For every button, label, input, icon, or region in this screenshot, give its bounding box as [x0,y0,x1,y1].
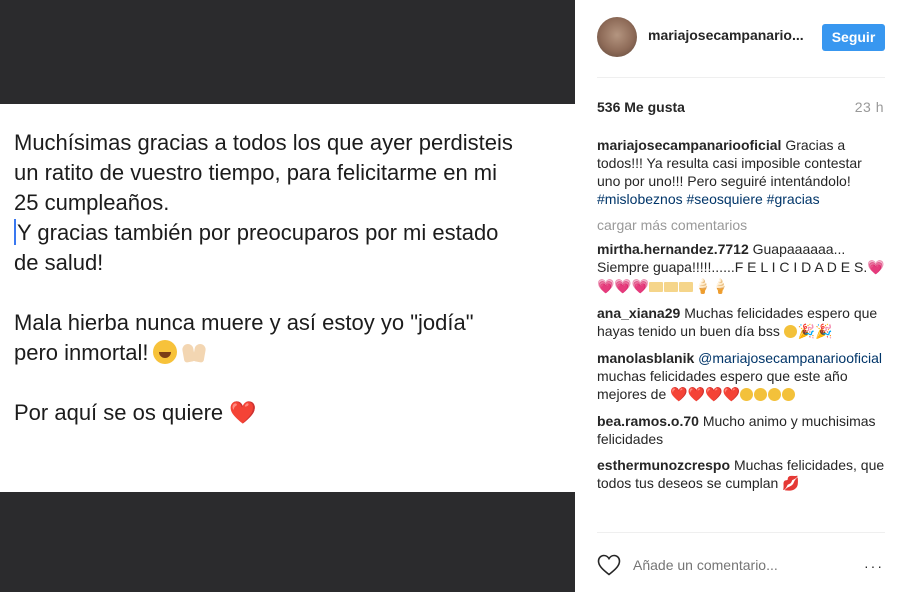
load-more-comments-link[interactable]: cargar más comentarios [597,216,887,234]
comment: ana_xiana29 Muchas felicidades espero qu… [597,304,887,341]
red-heart-emoji-icon: ❤️ [229,401,257,426]
post-text-line-content: Y gracias también por preocuparos por mi… [17,220,499,245]
post-image: Muchísimas gracias a todos los que ayer … [0,104,575,492]
likes-count[interactable]: 536 Me gusta [597,99,685,115]
red-hearts-emoji-icon: ❤️❤️❤️❤️ [670,387,740,403]
raised-hands-emoji-icon [181,340,207,364]
post-text-line: Por aquí se os quiere ❤️ [14,398,564,429]
divider [597,77,885,78]
follow-button[interactable]: Seguir [822,24,885,51]
post-text-line: Muchísimas gracias a todos los que ayer … [14,130,513,155]
post-header: mariajosecampanario... Seguir [575,0,906,77]
post-text-line-content: Por aquí se os quiere [14,400,224,425]
comment-username[interactable]: manolasblanik [597,350,694,366]
comments-list: mariajosecampanariooficial Gracias a tod… [597,136,887,493]
smile-emoji-icon [783,325,797,338]
cake-emoji-icon [664,282,679,292]
post-time[interactable]: 23 h [855,99,884,115]
kiss-emoji-icon [767,388,781,401]
comment-footer: ··· [575,533,906,592]
hashtag-link[interactable]: #seosquiere [687,191,763,207]
comment-username[interactable]: mirtha.hernandez.7712 [597,241,749,257]
comment: manolasblanik @mariajosecampanariooficia… [597,349,887,404]
hashtag-link[interactable]: #gracias [767,191,820,207]
post-text-line: un ratito de vuestro tiempo, para felici… [14,160,498,185]
comment-username[interactable]: ana_xiana29 [597,305,680,321]
post-text-line: Y gracias también por preocuparos por mi… [14,218,564,248]
laughing-emoji-icon [152,340,177,364]
ice-cream-emoji-icon: 🍦🍦 [694,279,730,295]
kiss-mark-emoji-icon: 💋 [782,476,800,492]
post-media: Muchísimas gracias a todos los que ayer … [0,0,575,592]
more-options-icon[interactable]: ··· [864,558,884,574]
post-text-line: pero inmortal! [14,338,564,368]
post-image-text: Muchísimas gracias a todos los que ayer … [14,128,564,429]
caption: mariajosecampanariooficial Gracias a tod… [597,136,887,208]
header-username[interactable]: mariajosecampanario... [648,27,808,43]
post-sidebar: mariajosecampanario... Seguir 536 Me gus… [575,0,906,592]
cake-emoji-icon [679,282,694,292]
kiss-emoji-icon [739,388,753,401]
add-comment-input[interactable] [633,557,853,573]
hashtag-link[interactable]: #mislobeznos [597,191,683,207]
like-heart-icon[interactable] [597,554,621,576]
comment: mirtha.hernandez.7712 Guapaaaaaa... Siem… [597,240,887,296]
post-text-line: 25 cumpleaños. [14,190,170,215]
comment: esthermunozcrespo Muchas felicidades, qu… [597,456,887,493]
comment: bea.ramos.o.70 Mucho animo y muchisimas … [597,412,887,448]
text-cursor [14,219,16,245]
comment-username[interactable]: esthermunozcrespo [597,457,730,473]
avatar[interactable] [597,17,637,57]
post-text-line-content: pero inmortal! [14,340,149,365]
kiss-emoji-icon [781,388,795,401]
post-text-line: de salud! [14,250,104,275]
caption-username[interactable]: mariajosecampanariooficial [597,137,781,153]
kiss-emoji-icon [753,388,767,401]
post-text-line: Mala hierba nunca muere y así estoy yo "… [14,310,474,335]
party-popper-emoji-icon: 🎉🎉 [797,324,833,340]
cake-emoji-icon [649,282,664,292]
comment-username[interactable]: bea.ramos.o.70 [597,413,699,429]
mention-link[interactable]: @mariajosecampanariooficial [698,350,882,366]
